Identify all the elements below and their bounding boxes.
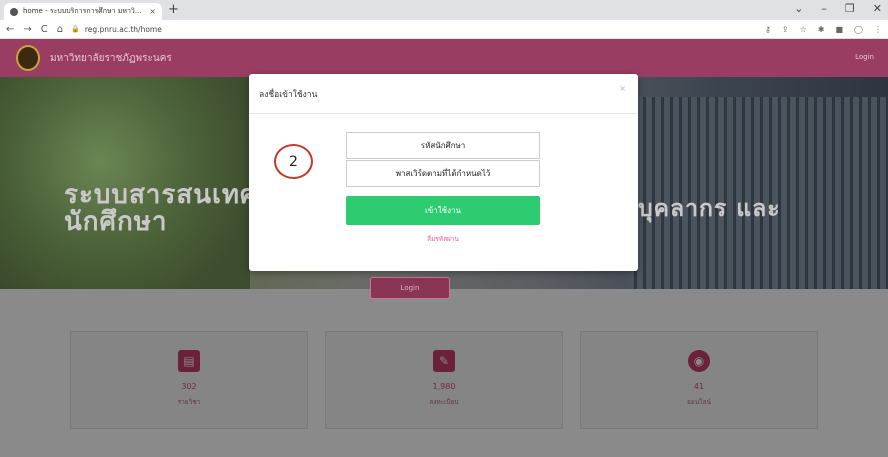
tab-search-icon[interactable]: ⌄ (794, 2, 803, 15)
hero-login-button[interactable]: Login (370, 277, 450, 299)
forward-icon[interactable]: → (23, 24, 31, 35)
stats-section: ▤ 302 รายวิชา ✎ 1,980 ลงทะเบียน ◉ 41 ออน… (0, 289, 888, 457)
lock-icon: 🔒 (71, 25, 80, 33)
stat-label: ออนไลน์ (687, 398, 711, 406)
login-modal: ลงชื่อเข้าใช้งาน × 2 เข้าใช้งาน ลืมรหัสผ… (249, 74, 638, 271)
key-icon[interactable]: ⚷ (765, 25, 771, 34)
nav-buttons: ← → C ⌂ (6, 24, 63, 35)
tab-close-icon[interactable]: × (149, 7, 156, 16)
window-controls: ⌄ – ❐ ✕ (794, 2, 882, 15)
stat-card-registration: ✎ 1,980 ลงทะเบียน (325, 331, 563, 429)
browser-tab[interactable]: home - ระบบบริการการศึกษา มหาวิ... × (4, 3, 162, 20)
url-text: reg.pnru.ac.th/home (84, 24, 162, 34)
password-field[interactable] (346, 160, 540, 187)
hero-title-left: ระบบสารสนเทศ นักศึกษา (64, 180, 258, 238)
home-icon[interactable]: ⌂ (57, 24, 63, 35)
stat-value: 1,980 (432, 382, 456, 391)
stat-label: รายวิชา (177, 398, 201, 406)
header-login-link[interactable]: Login (855, 53, 874, 61)
address-bar-row: ← → C ⌂ 🔒 reg.pnru.ac.th/home ⚷ ⇪ ☆ ✱ ■ … (0, 20, 888, 39)
restore-button[interactable]: ❐ (845, 2, 855, 15)
forgot-password-link[interactable]: ลืมรหัสผ่าน (346, 234, 540, 244)
share-icon[interactable]: ⇪ (782, 25, 789, 34)
bookmark-star-icon[interactable]: ☆ (800, 25, 807, 34)
browser-tab-bar: home - ระบบบริการการศึกษา มหาวิ... × + ⌄… (0, 0, 888, 20)
modal-title: ลงชื่อเข้าใช้งาน (259, 89, 318, 100)
stat-label: ลงทะเบียน (429, 398, 459, 406)
stat-card-online: ◉ 41 ออนไลน์ (580, 331, 818, 429)
book-icon: ▤ (178, 350, 200, 372)
stat-value: 302 (181, 382, 197, 391)
step-marker: 2 (274, 144, 313, 179)
minimize-button[interactable]: – (821, 2, 827, 15)
favicon-icon (10, 7, 18, 16)
close-window-button[interactable]: ✕ (873, 2, 882, 15)
extension-icons: ⚷ ⇪ ☆ ✱ ■ ◯ ⋮ (765, 25, 882, 34)
extensions-icon[interactable]: ✱ (818, 25, 825, 34)
profile-icon[interactable]: ◯ (854, 25, 863, 34)
login-button[interactable]: เข้าใช้งาน (346, 196, 540, 225)
hero-title-right: บุคลากร และ (638, 196, 781, 222)
reload-icon[interactable]: C (41, 24, 48, 35)
site-header: มหาวิทยาลัยราชภัฏพระนคร Login (0, 39, 888, 77)
university-name[interactable]: มหาวิทยาลัยราชภัฏพระนคร (50, 51, 172, 66)
edit-icon: ✎ (433, 350, 455, 372)
stat-card-courses: ▤ 302 รายวิชา (70, 331, 308, 429)
university-logo[interactable] (16, 45, 40, 71)
student-id-field[interactable] (346, 132, 540, 159)
menu-icon[interactable]: ⋮ (874, 25, 882, 34)
url-bar[interactable]: 🔒 reg.pnru.ac.th/home (71, 22, 755, 36)
close-icon[interactable]: × (619, 84, 626, 93)
modal-header: ลงชื่อเข้าใช้งาน × (249, 74, 638, 114)
sidepanel-icon[interactable]: ■ (835, 25, 843, 34)
back-icon[interactable]: ← (6, 24, 14, 35)
tab-title: home - ระบบบริการการศึกษา มหาวิ... (23, 7, 142, 15)
stat-value: 41 (693, 382, 705, 391)
globe-icon: ◉ (688, 350, 710, 372)
new-tab-button[interactable]: + (168, 2, 179, 17)
